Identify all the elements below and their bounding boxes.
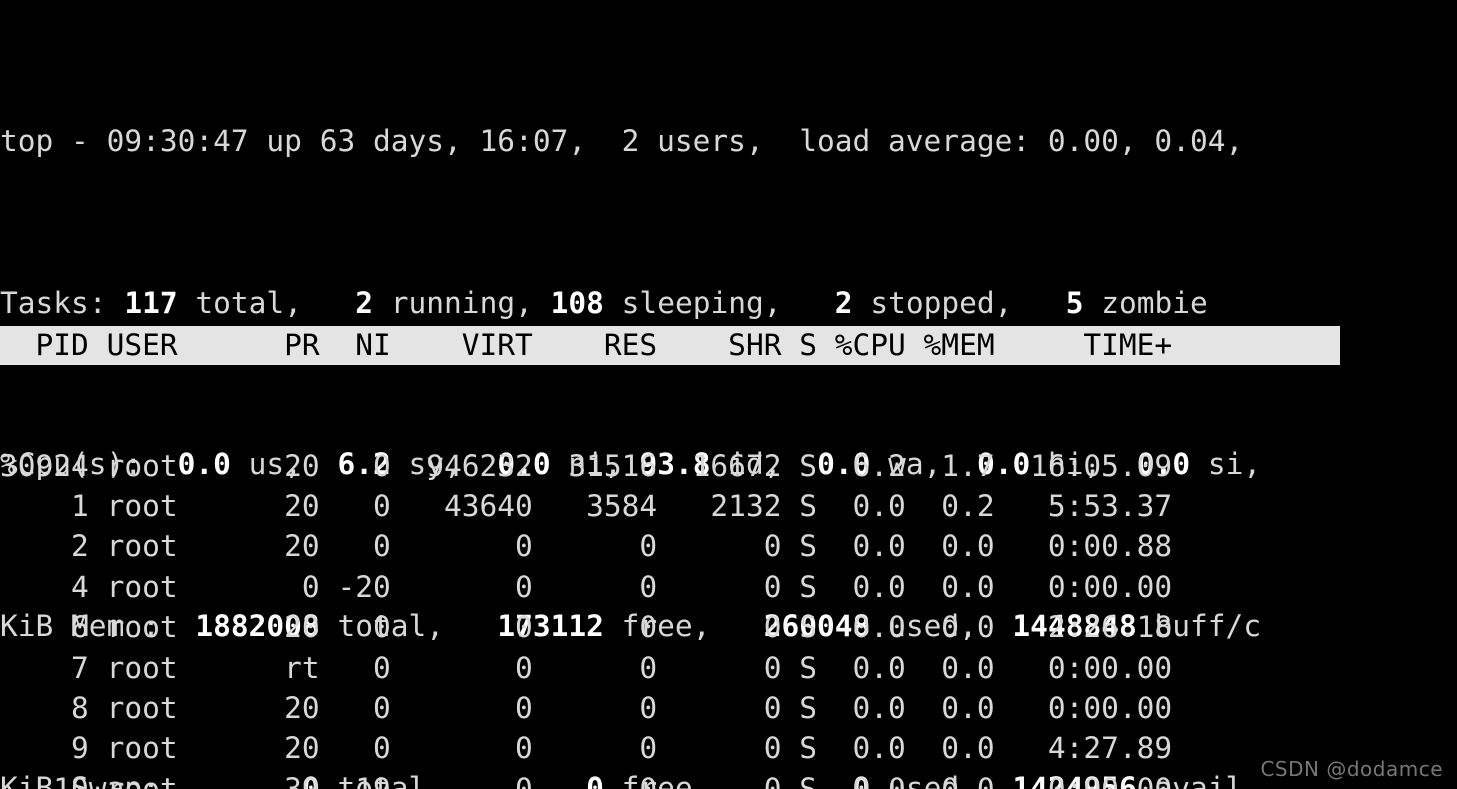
table-row[interactable]: 9 root 20 0 0 0 0 S 0.0 0.0 4:27.89 <box>0 728 1457 768</box>
process-table-header[interactable]: PID USER PR NI VIRT RES SHR S %CPU %MEM … <box>0 326 1340 365</box>
table-row[interactable]: 30924 root 20 0 946232 31516 16672 S 6.2… <box>0 446 1457 486</box>
table-row[interactable]: 6 root 20 0 0 0 0 S 0.0 0.0 2:26.18 <box>0 607 1457 647</box>
table-row[interactable]: 1 root 20 0 43640 3584 2132 S 0.0 0.2 5:… <box>0 486 1457 526</box>
table-row[interactable]: 2 root 20 0 0 0 0 S 0.0 0.0 0:00.88 <box>0 526 1457 566</box>
terminal-window[interactable]: top - 09:30:47 up 63 days, 16:07, 2 user… <box>0 0 1457 789</box>
watermark: CSDN @dodamce <box>1260 757 1443 781</box>
table-row[interactable]: 8 root 20 0 0 0 0 S 0.0 0.0 0:00.00 <box>0 688 1457 728</box>
table-row[interactable]: 4 root 0 -20 0 0 0 S 0.0 0.0 0:00.00 <box>0 567 1457 607</box>
uptime-line: top - 09:30:47 up 63 days, 16:07, 2 user… <box>0 121 1457 161</box>
table-row[interactable]: 7 root rt 0 0 0 0 S 0.0 0.0 0:00.00 <box>0 648 1457 688</box>
process-table: PID USER PR NI VIRT RES SHR S %CPU %MEM … <box>0 246 1457 789</box>
table-row[interactable]: 10 root 39 19 0 0 0 S 0.0 0.0 0:00.00 <box>0 769 1457 789</box>
process-table-body: 30924 root 20 0 946232 31516 16672 S 6.2… <box>0 446 1457 789</box>
uptime-line-text: top - 09:30:47 up 63 days, 16:07, 2 user… <box>0 124 1244 159</box>
